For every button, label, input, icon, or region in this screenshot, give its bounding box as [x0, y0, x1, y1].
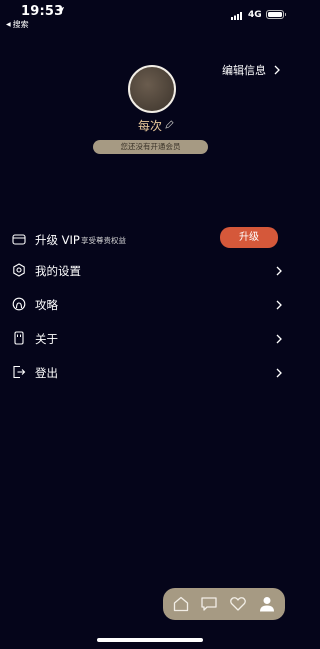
profile-screen: 19:53 ◀ 搜索 4G 编辑信息 每次 您还没有开通会员 升级 VIP 享受… — [0, 0, 300, 649]
back-to-app-link[interactable]: ◀ 搜索 — [6, 19, 29, 30]
status-bar: 19:53 ◀ 搜索 4G — [0, 0, 300, 30]
guide-label: 攻略 — [35, 298, 58, 312]
menu-item-guide[interactable]: 攻略 — [0, 292, 300, 318]
bottom-tab-bar — [163, 588, 285, 620]
home-icon[interactable] — [172, 595, 190, 613]
settings-label: 我的设置 — [35, 264, 81, 278]
menu-item-logout[interactable]: 登出 — [0, 360, 300, 386]
signal-icon — [231, 12, 242, 20]
vip-sublabel: 享受尊贵权益 — [81, 236, 126, 245]
battery-icon — [266, 10, 286, 19]
home-indicator[interactable] — [97, 638, 203, 642]
chevron-right-icon — [276, 368, 282, 378]
edit-pen-icon[interactable] — [165, 120, 174, 129]
chevron-right-icon — [276, 300, 282, 310]
profile-icon[interactable] — [258, 595, 276, 613]
logout-label: 登出 — [35, 366, 58, 380]
phone-icon — [14, 331, 24, 345]
menu-item-about[interactable]: 关于 — [0, 326, 300, 352]
edit-info-label: 编辑信息 — [222, 64, 266, 77]
back-triangle-icon: ◀ — [6, 21, 11, 28]
member-status-badge: 您还没有开通会员 — [93, 140, 208, 154]
edit-info-link[interactable]: 编辑信息 — [222, 62, 280, 78]
logout-icon — [13, 365, 26, 379]
chat-icon[interactable] — [200, 595, 218, 613]
vip-label: 升级 VIP — [35, 233, 80, 247]
chevron-right-icon — [276, 266, 282, 276]
gear-icon — [13, 263, 25, 277]
guide-icon — [12, 297, 26, 311]
menu-item-settings[interactable]: 我的设置 — [0, 258, 300, 284]
nickname: 每次 — [137, 119, 162, 133]
heart-icon[interactable] — [229, 595, 247, 613]
card-icon — [12, 234, 26, 245]
chevron-right-icon — [276, 334, 282, 344]
upgrade-button[interactable]: 升级 — [220, 227, 278, 248]
back-app-label: 搜索 — [12, 20, 29, 29]
menu-item-vip[interactable]: 升级 VIP 享受尊贵权益 升级 — [0, 227, 300, 253]
location-arrow-icon — [56, 6, 65, 15]
network-type: 4G — [248, 10, 262, 20]
avatar[interactable] — [128, 65, 176, 113]
chevron-right-icon — [274, 65, 280, 75]
about-label: 关于 — [35, 332, 58, 346]
